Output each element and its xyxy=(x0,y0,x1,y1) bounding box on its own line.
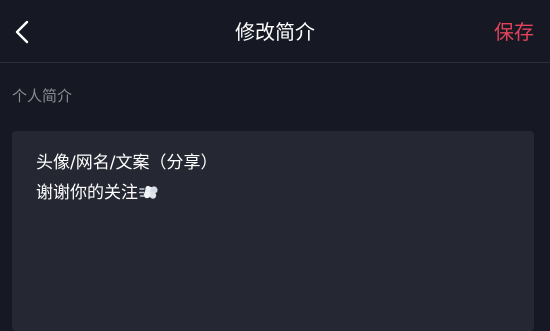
bio-text-line-2-text: 谢谢你的关注 xyxy=(36,183,138,203)
bio-textarea[interactable]: 头像/网名/文案（分享） 谢谢你的关注 xyxy=(12,131,534,331)
chevron-left-icon xyxy=(8,14,38,50)
bio-text-line-1: 头像/网名/文案（分享） xyxy=(36,153,218,173)
back-button[interactable] xyxy=(8,14,38,50)
dash-puff-emoji-icon xyxy=(138,183,159,207)
top-nav-bar: 修改简介 保存 xyxy=(0,0,550,63)
bio-section-label: 个人简介 xyxy=(12,87,73,105)
bio-text-line-2: 谢谢你的关注 xyxy=(36,182,159,207)
save-button[interactable]: 保存 xyxy=(494,0,534,62)
page-title: 修改简介 xyxy=(235,20,315,44)
